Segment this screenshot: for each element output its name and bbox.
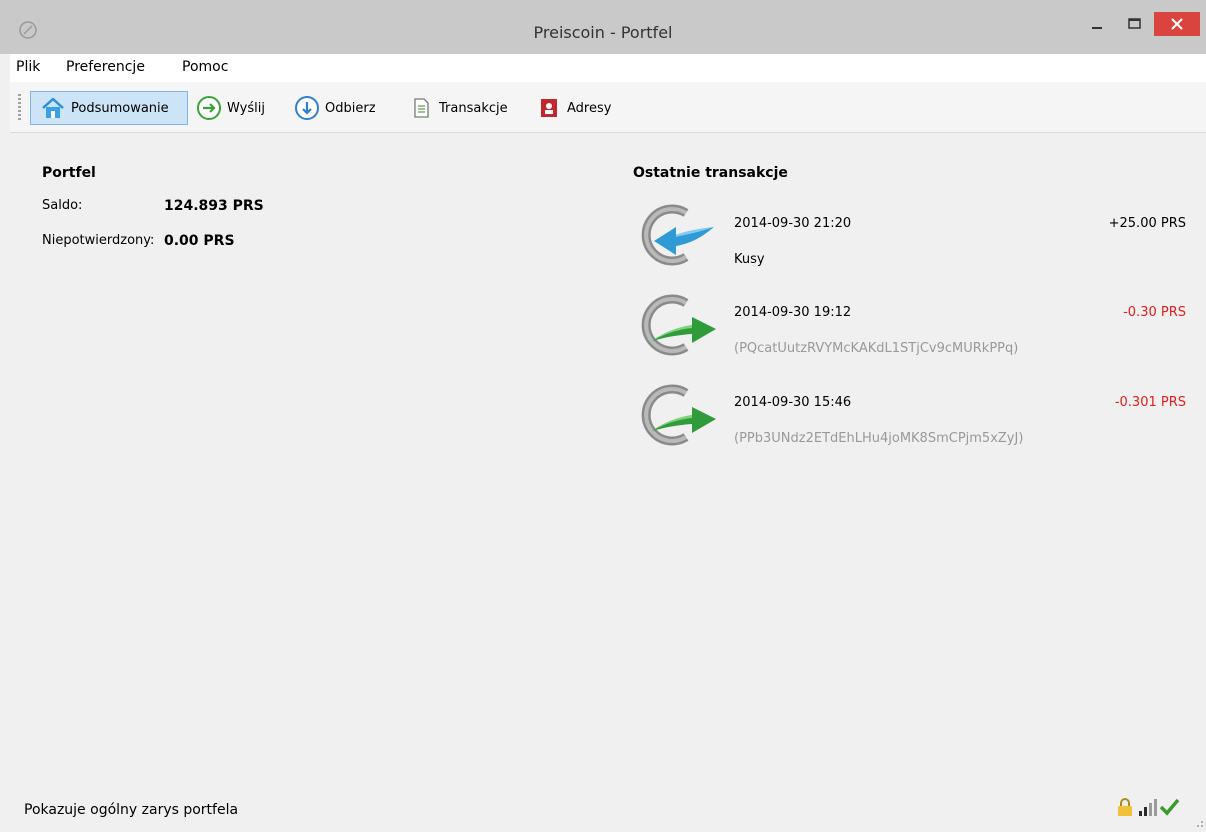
menu-pomoc[interactable]: Pomoc: [182, 59, 228, 75]
address-book-icon: [541, 99, 557, 117]
minimize-icon: [1092, 27, 1102, 29]
transaction-amount: +25.00 PRS: [1108, 216, 1186, 231]
transaction-amount: -0.301 PRS: [1114, 395, 1186, 410]
overview-panel: Portfel Saldo: 124.893 PRS Niepotwierdzo…: [10, 133, 1206, 786]
transaction-date: 2014-09-30 21:20: [734, 216, 852, 231]
recent-transactions-title: Ostatnie transakcje: [633, 165, 788, 181]
unconfirmed-value: 0.00 PRS: [164, 233, 235, 249]
transaction-amount: -0.30 PRS: [1123, 305, 1186, 320]
toolbar: Podsumowanie Wyślij Odbierz Transakcje A…: [10, 82, 1206, 133]
title-bar[interactable]: Preiscoin - Portfel: [0, 0, 1206, 54]
maximize-icon: [1128, 18, 1141, 29]
menu-plik[interactable]: Plik: [16, 59, 40, 75]
tab-overview[interactable]: Podsumowanie: [30, 91, 188, 125]
window-title: Preiscoin - Portfel: [533, 23, 673, 42]
transaction-date: 2014-09-30 19:12: [734, 305, 852, 320]
receive-arrow-icon: [295, 96, 319, 120]
transaction-label: Kusy: [734, 252, 765, 267]
toolbar-grip-handle[interactable]: [18, 94, 21, 122]
tab-send[interactable]: Wyślij: [196, 91, 265, 125]
minimize-button[interactable]: [1080, 12, 1114, 36]
tab-addresses-label: Adresy: [567, 100, 612, 116]
home-icon: [42, 97, 64, 118]
balance-value: 124.893 PRS: [164, 198, 264, 214]
transaction-date: 2014-09-30 15:46: [734, 395, 852, 410]
received-transaction-icon: [641, 204, 714, 266]
resize-grip-icon[interactable]: [1192, 816, 1204, 828]
transaction-address: (PQcatUutzRVYMcKAKdL1STjCv9cMURkPPq): [734, 341, 1019, 356]
signal-icon: [1139, 799, 1157, 816]
close-icon: [1171, 18, 1183, 30]
tab-overview-label: Podsumowanie: [71, 100, 169, 116]
tab-receive-label: Odbierz: [325, 100, 376, 116]
sync-check-icon: [1159, 798, 1180, 816]
tab-send-label: Wyślij: [227, 100, 265, 116]
status-text: Pokazuje ogólny zarys portfela: [24, 802, 239, 818]
tab-receive[interactable]: Odbierz: [294, 91, 376, 125]
send-arrow-icon: [197, 96, 221, 120]
menu-bar: Plik Preferencje Pomoc: [10, 54, 1206, 82]
transaction-address: (PPb3UNdz2ETdEhLHu4joMK8SmCPjm5xZyJ): [734, 431, 1024, 446]
tab-transactions-label: Transakcje: [439, 100, 508, 116]
sent-transaction-icon: [641, 294, 716, 356]
sent-transaction-icon: [641, 384, 716, 446]
tab-transactions[interactable]: Transakcje: [408, 91, 508, 125]
status-bar: Pokazuje ogólny zarys portfela: [10, 786, 1206, 832]
document-icon: [414, 98, 429, 118]
close-button[interactable]: [1154, 12, 1200, 36]
lock-icon: [1118, 798, 1132, 816]
menu-preferencje[interactable]: Preferencje: [66, 59, 145, 75]
unconfirmed-label: Niepotwierdzony:: [42, 233, 155, 248]
wallet-title: Portfel: [42, 165, 96, 181]
tab-addresses[interactable]: Adresy: [536, 91, 611, 125]
maximize-button[interactable]: [1117, 12, 1151, 36]
balance-label: Saldo:: [42, 198, 83, 213]
